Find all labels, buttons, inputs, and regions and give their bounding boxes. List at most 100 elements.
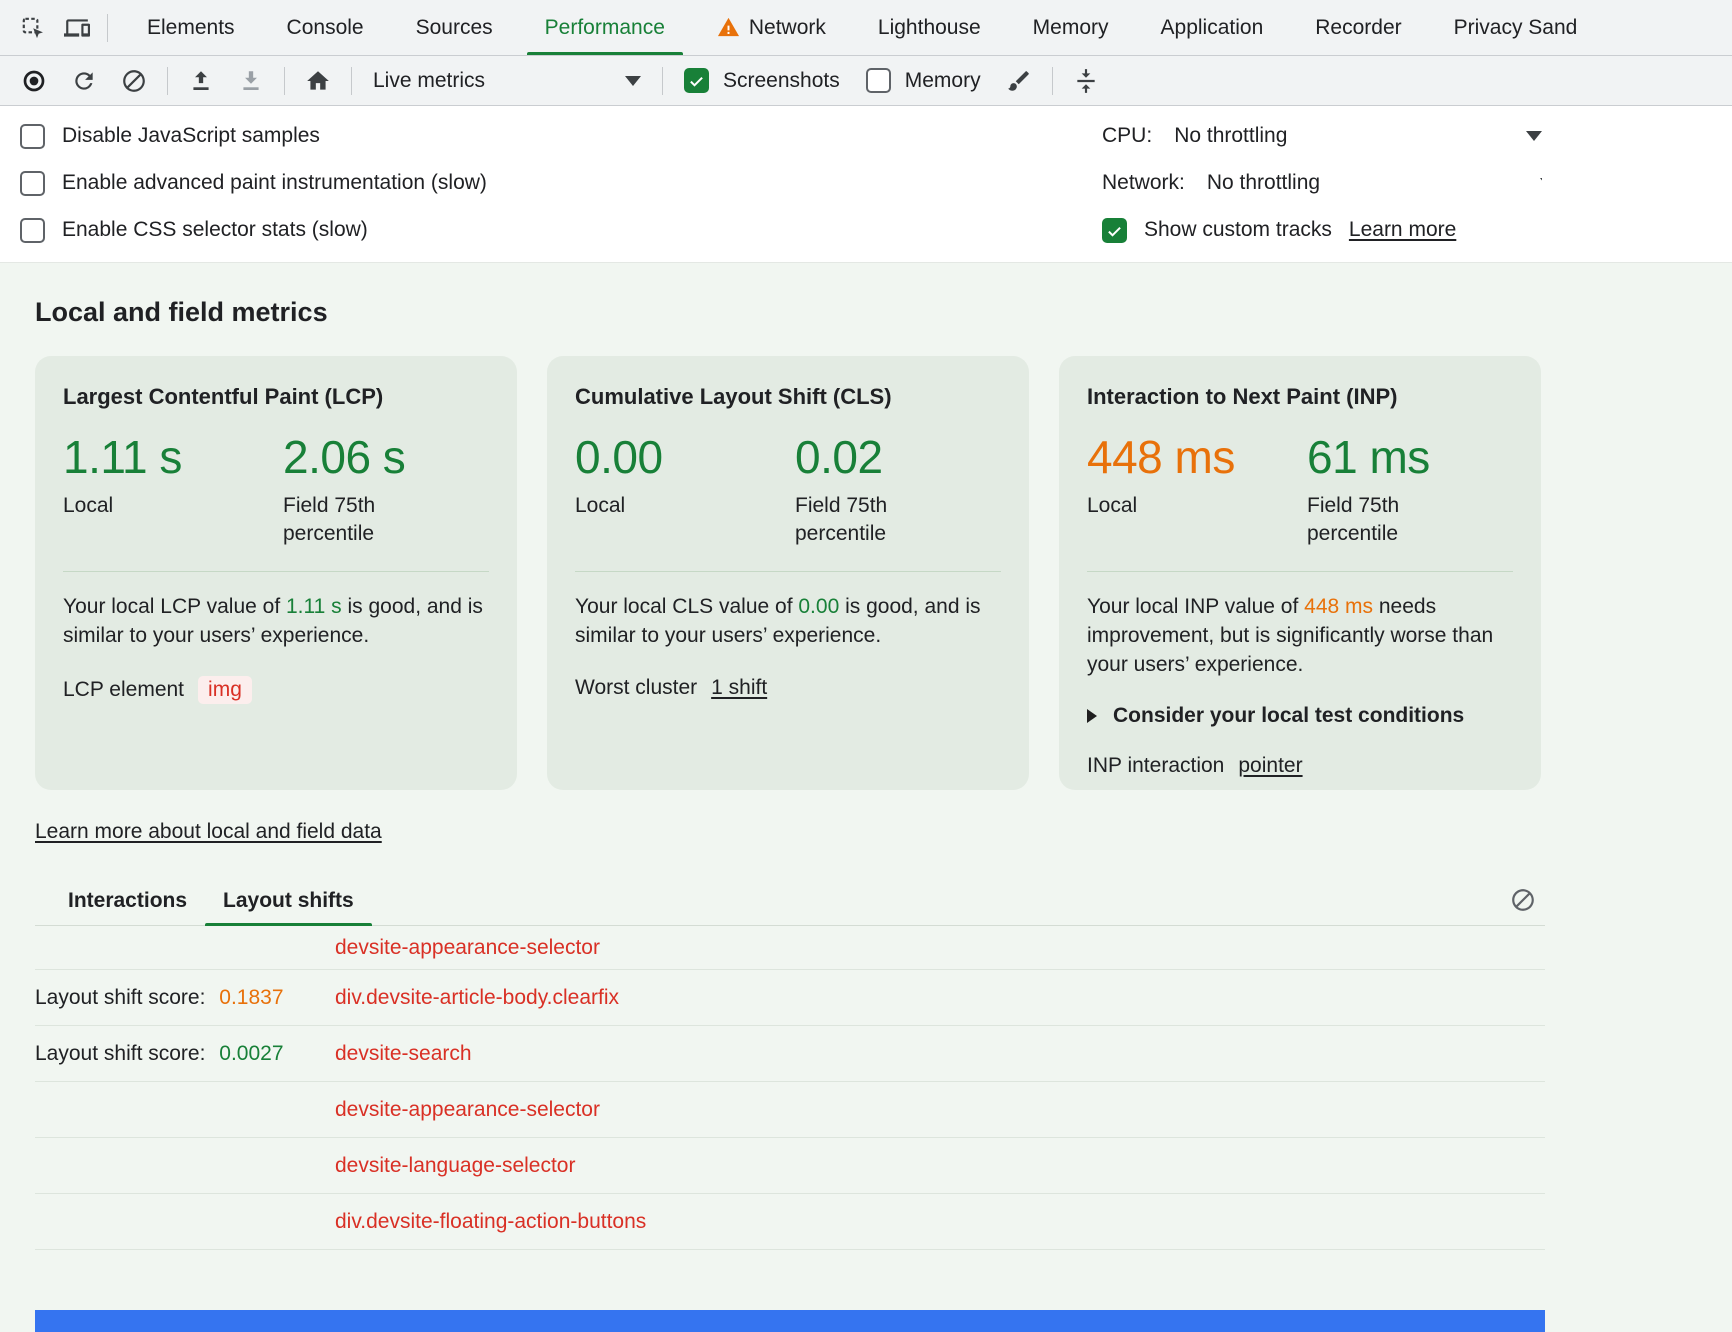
card-divider <box>1087 571 1513 572</box>
cls-card: Cumulative Layout Shift (CLS) 0.00 Local… <box>547 356 1029 790</box>
tab-sources[interactable]: Sources <box>390 0 519 55</box>
shift-score-value: 0.1837 <box>219 986 283 1009</box>
cpu-value: No throttling <box>1174 124 1287 148</box>
live-metrics-panel: Local and field metrics Largest Contentf… <box>0 263 1732 1332</box>
clear-icon[interactable] <box>110 61 158 101</box>
tab-interactions[interactable]: Interactions <box>50 889 205 925</box>
tab-console[interactable]: Console <box>261 0 390 55</box>
layout-shift-row: devsite-appearance-selector <box>35 926 1545 970</box>
panel-tabs: Elements Console Sources Performance Net… <box>121 0 1732 55</box>
devtools-window: Elements Console Sources Performance Net… <box>0 0 1732 1332</box>
warning-icon <box>717 16 740 39</box>
tab-elements[interactable]: Elements <box>121 0 261 55</box>
inp-interaction-row: INP interaction pointer <box>1087 754 1513 778</box>
history-mode-select[interactable]: Live metrics <box>361 62 653 100</box>
performance-toolbar: Live metrics Screenshots Memory <box>0 56 1732 106</box>
throttling-options: CPU: No throttling Network: No throttlin… <box>1102 120 1542 246</box>
layout-shift-row: div.devsite-floating-action-buttons <box>35 1194 1545 1250</box>
shift-node-link[interactable]: div.devsite-floating-action-buttons <box>335 1210 646 1234</box>
tab-privacy-sandbox[interactable]: Privacy Sand <box>1428 0 1604 55</box>
local-label: Local <box>1087 492 1237 520</box>
devtools-tabbar: Elements Console Sources Performance Net… <box>0 0 1732 56</box>
lcp-inline-value: 1.11 s <box>286 595 342 618</box>
inp-local-value: 448 ms <box>1087 430 1307 484</box>
save-profile-icon[interactable] <box>227 61 275 101</box>
field-75th-label: Field 75th percentile <box>283 492 433 549</box>
lcp-element-node-link[interactable]: img <box>198 676 252 704</box>
cpu-throttling-select[interactable]: CPU: No throttling <box>1102 124 1542 148</box>
memory-checkbox-row: Memory <box>854 68 993 93</box>
inp-interaction-link[interactable]: pointer <box>1238 754 1302 778</box>
capture-options: Disable JavaScript samples Enable advanc… <box>0 106 1732 263</box>
divider <box>1052 67 1053 95</box>
lcp-local-value: 1.11 s <box>63 430 283 484</box>
custom-tracks-learn-more-link[interactable]: Learn more <box>1349 218 1456 242</box>
network-throttling-select[interactable]: Network: No throttling <box>1102 171 1542 195</box>
disable-js-samples-checkbox[interactable] <box>20 124 45 149</box>
local-test-conditions-disclosure[interactable]: Consider your local test conditions <box>1087 704 1513 728</box>
worst-cluster-link[interactable]: 1 shift <box>711 676 767 700</box>
shift-node-link[interactable]: div.devsite-article-body.clearfix <box>335 986 619 1010</box>
triangle-right-icon <box>1087 709 1097 723</box>
tab-memory[interactable]: Memory <box>1007 0 1135 55</box>
cls-field-value: 0.02 <box>795 430 945 484</box>
clear-log-icon[interactable] <box>1501 881 1545 919</box>
inp-card: Interaction to Next Paint (INP) 448 ms L… <box>1059 356 1541 790</box>
field-75th-label: Field 75th percentile <box>795 492 945 549</box>
cpu-label: CPU: <box>1102 124 1152 148</box>
tab-recorder[interactable]: Recorder <box>1289 0 1427 55</box>
memory-checkbox[interactable] <box>866 68 891 93</box>
cls-card-title: Cumulative Layout Shift (CLS) <box>575 384 1001 410</box>
divider <box>107 14 108 42</box>
screenshot-strip <box>35 1310 1545 1332</box>
lcp-element-label: LCP element <box>63 678 184 702</box>
chevron-down-icon <box>625 76 641 86</box>
chevron-down-icon <box>1540 178 1542 188</box>
css-selector-stats-label: Enable CSS selector stats (slow) <box>62 218 368 242</box>
lcp-card-title: Largest Contentful Paint (LCP) <box>63 384 489 410</box>
advanced-paint-row: Enable advanced paint instrumentation (s… <box>20 167 487 199</box>
shift-node-link[interactable]: devsite-appearance-selector <box>335 936 600 960</box>
device-toolbar-icon[interactable] <box>56 8 98 48</box>
memory-label: Memory <box>905 69 981 93</box>
disable-js-samples-label: Disable JavaScript samples <box>62 124 320 148</box>
learn-more-local-field-link[interactable]: Learn more about local and field data <box>35 820 382 844</box>
home-icon[interactable] <box>294 61 342 101</box>
advanced-paint-checkbox[interactable] <box>20 171 45 196</box>
tab-lighthouse[interactable]: Lighthouse <box>852 0 1007 55</box>
tabbar-tools <box>0 0 121 55</box>
show-custom-tracks-checkbox[interactable] <box>1102 218 1127 243</box>
local-label: Local <box>575 492 725 520</box>
capture-checkboxes: Disable JavaScript samples Enable advanc… <box>20 120 487 246</box>
reload-record-icon[interactable] <box>60 61 108 101</box>
load-profile-icon[interactable] <box>177 61 225 101</box>
lcp-card: Largest Contentful Paint (LCP) 1.11 s Lo… <box>35 356 517 790</box>
cls-local-value: 0.00 <box>575 430 795 484</box>
history-mode-value: Live metrics <box>373 69 485 93</box>
worst-cluster-row: Worst cluster 1 shift <box>575 676 1001 700</box>
cpu-throttling-row: CPU: No throttling <box>1102 120 1542 152</box>
disable-js-samples-row: Disable JavaScript samples <box>20 120 487 152</box>
lcp-description: Your local LCP value of 1.11 s is good, … <box>63 592 491 651</box>
network-label: Network: <box>1102 171 1185 195</box>
inp-inline-value: 448 ms <box>1304 595 1373 618</box>
record-icon[interactable] <box>10 61 58 101</box>
collapse-sections-icon[interactable] <box>1062 61 1110 101</box>
tab-network[interactable]: Network <box>691 0 852 55</box>
css-selector-stats-checkbox[interactable] <box>20 218 45 243</box>
gc-brush-icon[interactable] <box>995 61 1043 101</box>
tab-application[interactable]: Application <box>1135 0 1290 55</box>
shift-node-link[interactable]: devsite-search <box>335 1042 472 1066</box>
inp-card-title: Interaction to Next Paint (INP) <box>1087 384 1513 410</box>
tab-layout-shifts[interactable]: Layout shifts <box>205 889 372 925</box>
screenshots-checkbox[interactable] <box>684 68 709 93</box>
tab-performance[interactable]: Performance <box>519 0 691 55</box>
local-field-metrics-heading: Local and field metrics <box>35 297 1732 328</box>
card-divider <box>63 571 489 572</box>
inspect-element-icon[interactable] <box>12 8 54 48</box>
shift-node-link[interactable]: devsite-language-selector <box>335 1154 575 1178</box>
divider <box>284 67 285 95</box>
shift-node-link[interactable]: devsite-appearance-selector <box>335 1098 600 1122</box>
shift-score-label: Layout shift score: <box>35 986 205 1009</box>
card-divider <box>575 571 1001 572</box>
